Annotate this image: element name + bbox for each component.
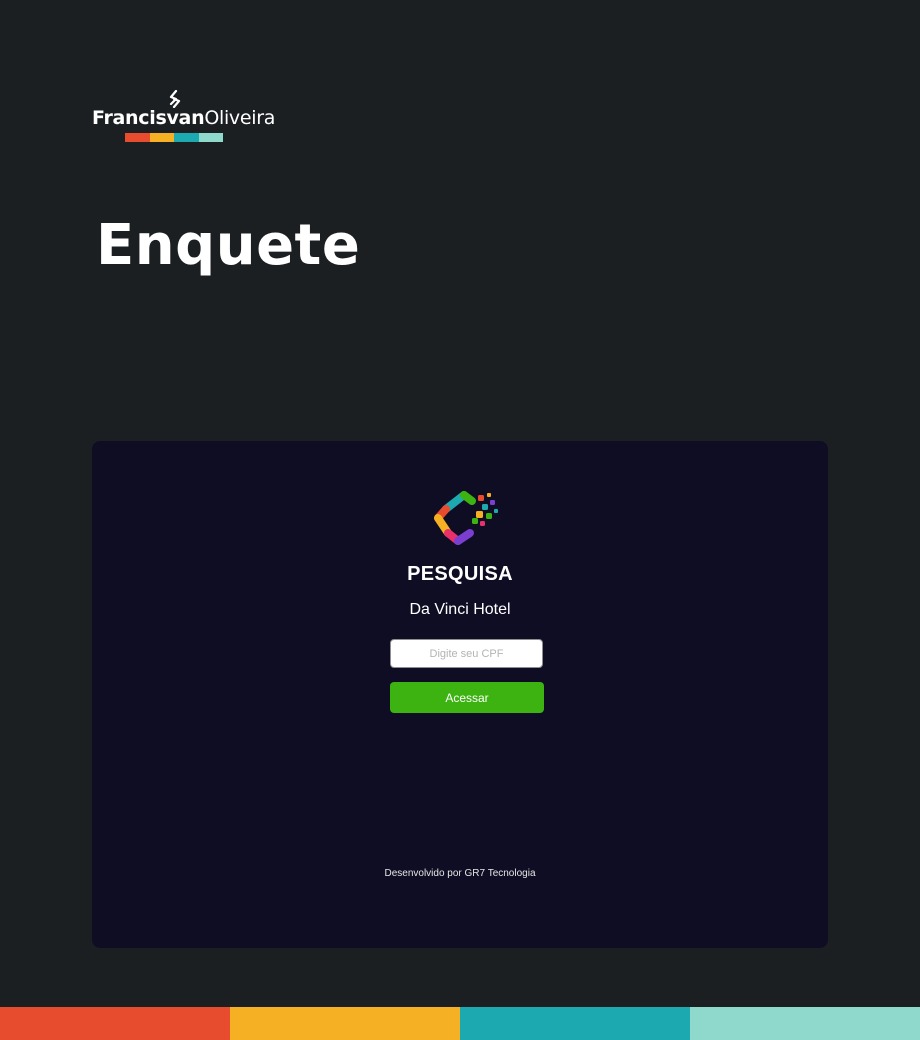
brand-color-bar <box>125 133 223 142</box>
brand-name: FrancisvanOliveira <box>92 106 275 130</box>
bottom-bar-segment <box>460 1007 690 1040</box>
brand-last-name: Oliveira <box>204 107 276 129</box>
brand-logo: FrancisvanOliveira <box>92 90 275 146</box>
developer-credit: Desenvolvido por GR7 Tecnologia <box>384 868 536 879</box>
colorful-c-logo-icon <box>434 491 498 545</box>
brand-bar-segment <box>149 133 174 142</box>
survey-subtitle: Da Vinci Hotel <box>409 601 511 618</box>
brand-first-name: Francisvan <box>92 107 205 129</box>
bottom-color-bar <box>0 1007 920 1040</box>
bottom-bar-segment <box>230 1007 460 1040</box>
cpf-input[interactable] <box>390 639 543 668</box>
bottom-bar-segment <box>0 1007 230 1040</box>
bottom-bar-segment <box>690 1007 920 1040</box>
access-button[interactable]: Acessar <box>390 682 544 713</box>
page-title: Enquete <box>96 213 361 278</box>
login-panel: PESQUISA Da Vinci Hotel Acessar Desenvol… <box>92 441 828 948</box>
brand-bar-segment <box>125 133 150 142</box>
brand-bar-segment <box>174 133 199 142</box>
brand-bar-segment <box>198 133 223 142</box>
survey-title: PESQUISA <box>407 563 513 585</box>
